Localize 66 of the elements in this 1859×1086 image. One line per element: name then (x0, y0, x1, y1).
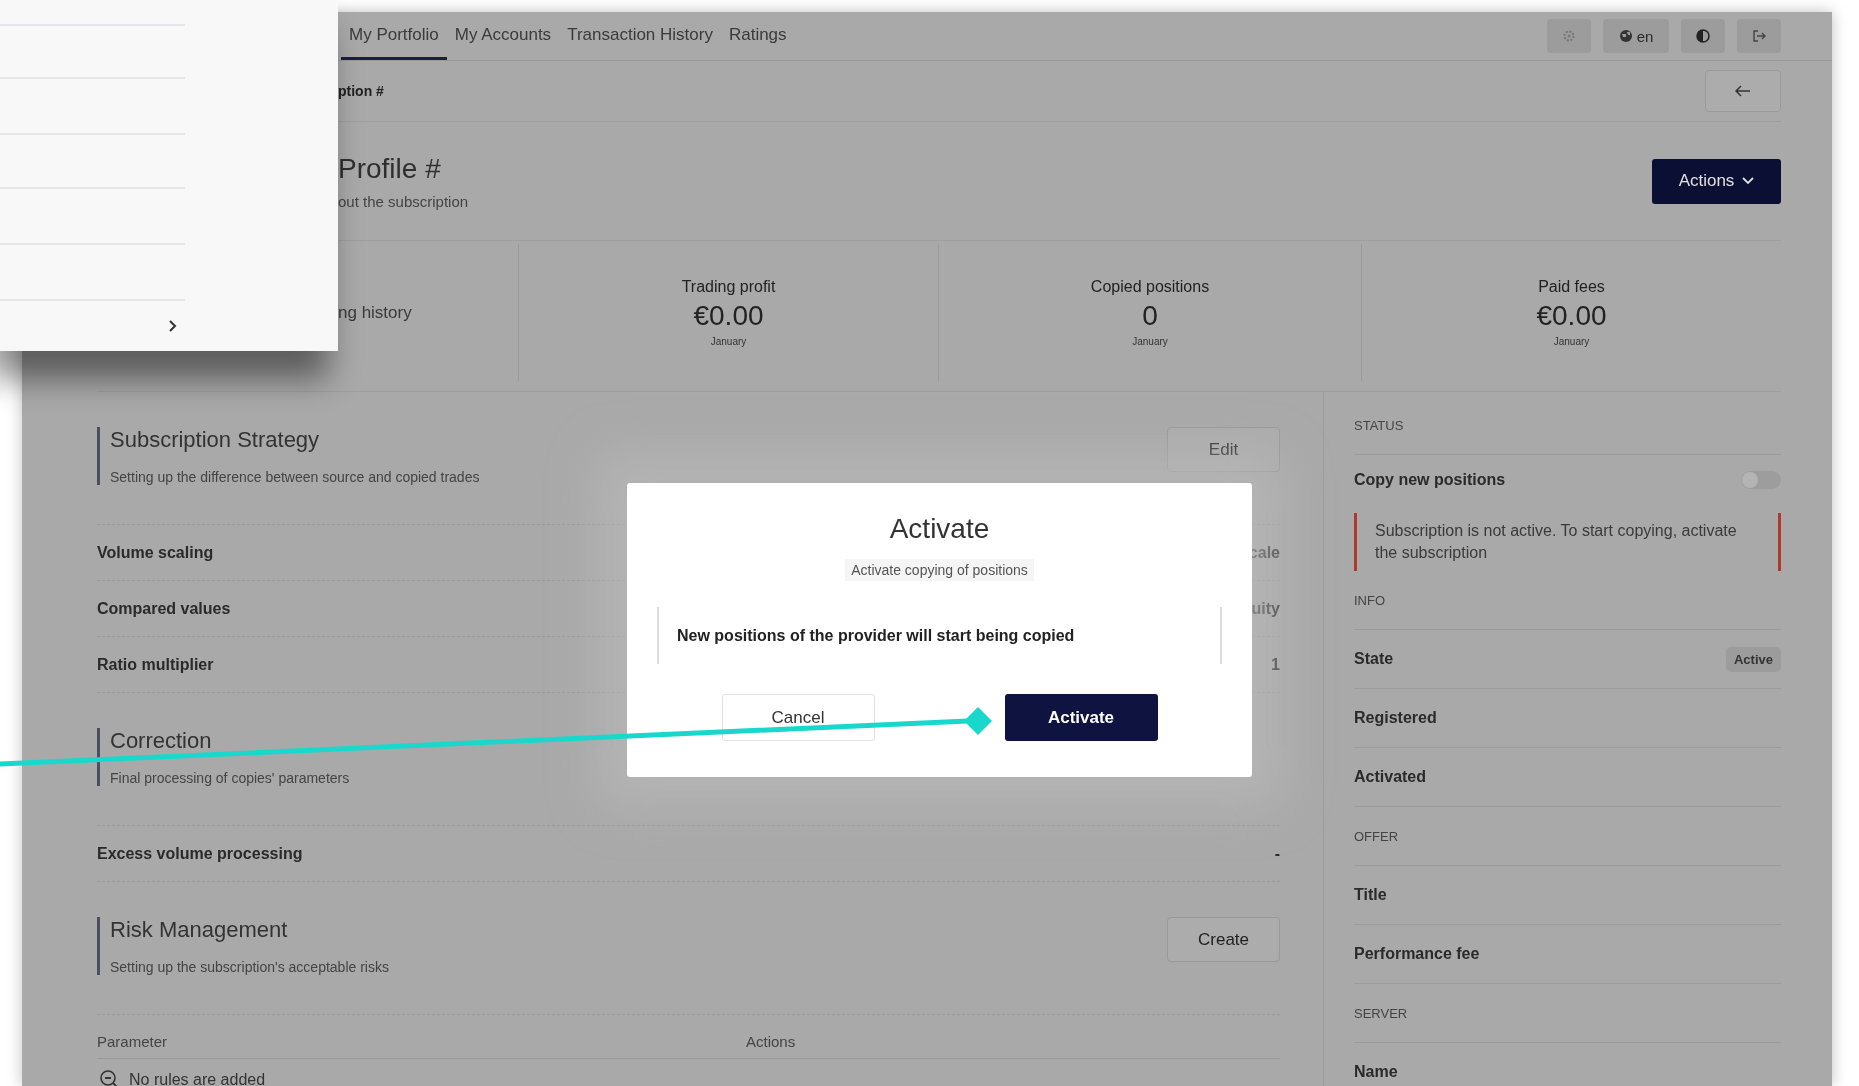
nav-tab[interactable]: My Portfolio (341, 12, 447, 60)
group-heading: INFO (1354, 592, 1386, 608)
section-description: Setting up the subscription's acceptable risks (110, 959, 389, 975)
section-button[interactable]: Edit (1167, 427, 1280, 472)
nav-tab[interactable]: Ratings (720, 12, 795, 60)
stat-label: Copied positions (1090, 278, 1210, 296)
contrast-icon (1696, 29, 1710, 43)
field-label: State (1354, 650, 1394, 668)
section-button[interactable]: Create (1167, 917, 1280, 962)
theme-button[interactable] (1681, 19, 1725, 53)
group-heading: STATUS (1354, 417, 1404, 433)
nav-tab[interactable]: My Accounts (446, 12, 560, 60)
history-link[interactable]: ng history (338, 302, 412, 323)
section-description: Setting up the difference between source and copied trades (110, 469, 480, 485)
settings-button[interactable] (1547, 19, 1591, 53)
group-heading: OFFER (1354, 828, 1399, 844)
setting-label: Excess volume processing (97, 844, 303, 863)
page-title: Profile # (338, 152, 442, 185)
field-label: Registered (1354, 709, 1437, 727)
empty-message: No rules are added (129, 1071, 266, 1086)
stat-period: January (1553, 336, 1590, 347)
toggle-label: Copy new positions (1354, 471, 1506, 489)
modal-subtitle: Activate copying of positions (845, 559, 1034, 581)
modal-title: Activate (888, 513, 991, 545)
section-title: Correction (110, 728, 213, 754)
cancel-button[interactable]: Cancel (721, 694, 875, 741)
confirm-button[interactable]: Activate (1004, 694, 1158, 741)
status-badge: Active (1725, 646, 1781, 672)
globe-icon (1618, 29, 1633, 43)
field-label: Title (1354, 886, 1387, 904)
setting-label: Volume scaling (97, 543, 214, 562)
setting-label: Compared values (97, 599, 231, 618)
settings-icon (1562, 29, 1576, 43)
section-title: Risk Management (110, 917, 289, 943)
setting-value: - (1274, 844, 1280, 863)
column-header: Actions (746, 1033, 797, 1050)
stat-label: Trading profit (681, 278, 776, 296)
actions-button[interactable]: Actions (1652, 158, 1781, 204)
column-header: Parameter (97, 1033, 169, 1050)
field-label: Performance fee (1354, 945, 1480, 963)
modal-message: New positions of the provider will start being copied (657, 607, 1222, 664)
chevron-down-icon (1742, 177, 1755, 185)
stat-period: January (1132, 336, 1168, 347)
setting-value: uity (1251, 599, 1280, 618)
stat-value: €0.00 (1536, 300, 1607, 332)
breadcrumb: ption # (338, 83, 384, 99)
arrow-left-icon (1735, 85, 1751, 97)
setting-value: 1 (1271, 655, 1280, 674)
logout-button[interactable] (1737, 19, 1781, 53)
group-heading: SERVER (1354, 1005, 1408, 1021)
language-button[interactable]: en (1603, 19, 1669, 53)
stat-period: January (710, 336, 747, 347)
toggle-switch[interactable] (1741, 471, 1781, 489)
chevron-right-icon[interactable] (168, 319, 178, 333)
alert-message: Subscription is not active. To start copying, activate the subscription (1354, 513, 1781, 571)
stat-label: Paid fees (1538, 278, 1605, 296)
page-subtitle: out the subscription (338, 192, 469, 210)
nav-tab[interactable]: Transaction History (559, 12, 721, 60)
section-title: Subscription Strategy (110, 427, 321, 453)
field-label: Name (1354, 1063, 1398, 1081)
stat-value: €0.00 (693, 300, 764, 332)
setting-label: Ratio multiplier (97, 655, 214, 674)
stat-value: 0 (1142, 300, 1158, 332)
section-description: Final processing of copies' parameters (110, 770, 350, 786)
logout-icon (1752, 29, 1766, 43)
field-label: Activated (1354, 768, 1427, 786)
